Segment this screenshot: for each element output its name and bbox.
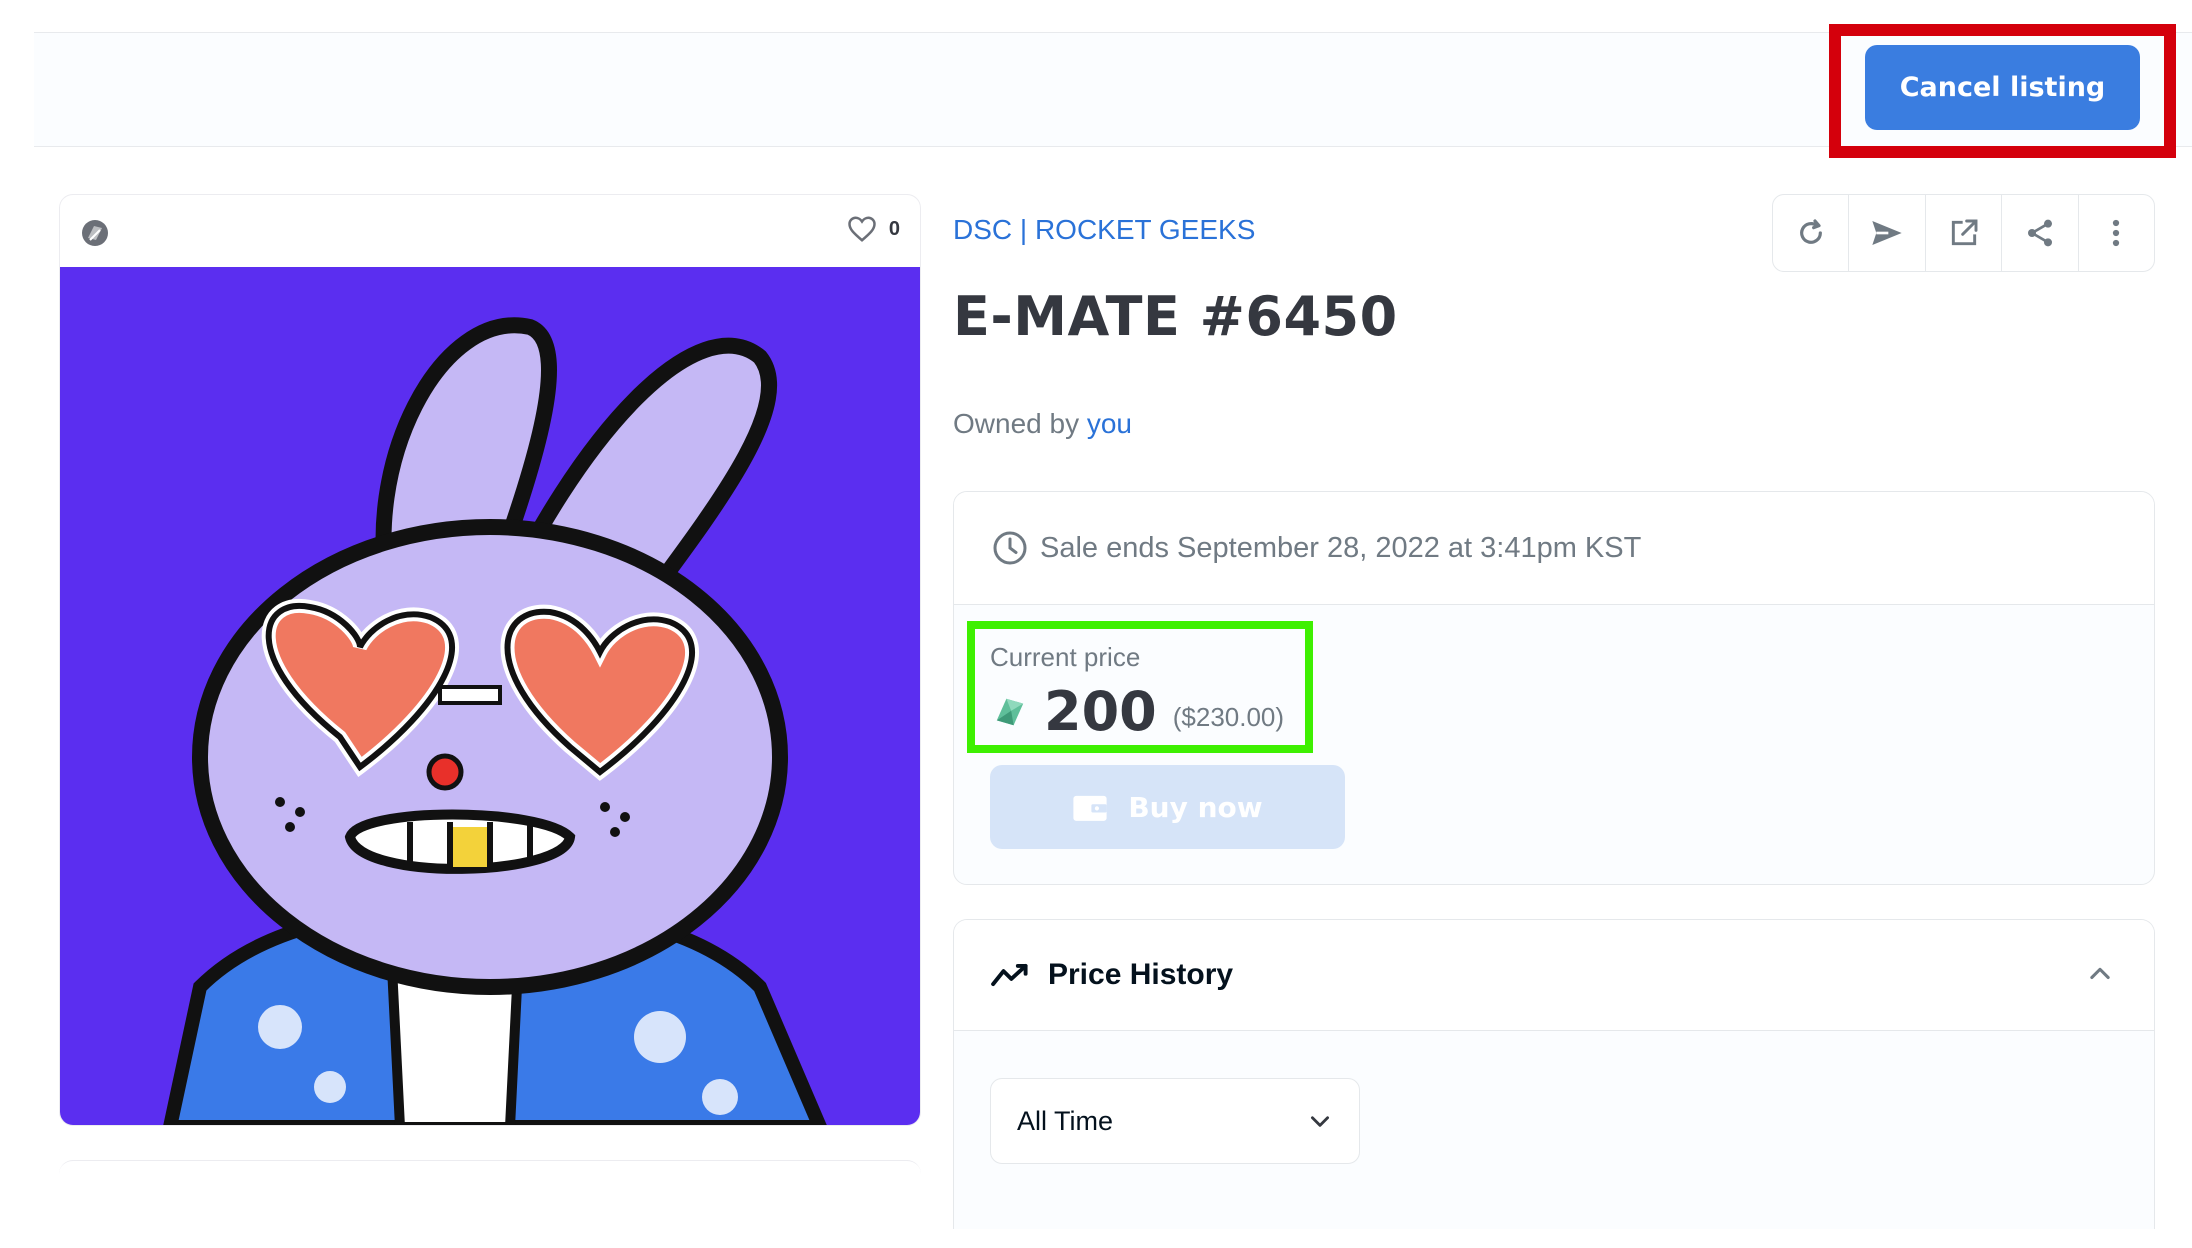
external-link-icon [1951,219,1977,246]
price-history-card: Price History All Time [953,919,2155,1229]
share-icon [2027,219,2052,247]
cancel-listing-button[interactable]: Cancel listing [1865,45,2140,130]
buy-now-button[interactable]: Buy now [990,765,1345,849]
external-link-button[interactable] [1926,195,2003,271]
transfer-button[interactable] [1849,195,1926,271]
item-title: E-MATE #6450 [953,285,1398,348]
owned-by-label: Owned by [953,408,1080,439]
chevron-down-icon [1311,1116,1329,1127]
favorite-button[interactable]: 0 [847,215,900,243]
clock-icon [993,531,1027,565]
more-options-button[interactable] [2079,195,2154,271]
transfer-icon [1872,221,1902,245]
trend-line-icon [991,963,1028,987]
refresh-icon [1799,219,1822,244]
more-icon [2113,219,2120,247]
price-usd: ($230.00) [1172,702,1285,732]
current-price-label: Current price [990,642,1141,672]
sale-ends-text: Sale ends September 28, 2022 at 3:41pm K… [1040,531,1642,564]
refresh-button[interactable] [1773,195,1850,271]
favorite-count: 0 [888,217,900,240]
media-card-lower [59,1160,921,1220]
buy-now-label: Buy now [1128,790,1263,824]
price-row: 200 ($230.00) [992,680,1284,743]
media-card-header: 0 [60,195,920,267]
nft-media-card: 0 [59,194,921,1126]
price-history-title: Price History [1048,958,1234,991]
time-range-value: All Time [1017,1105,1114,1136]
collection-link[interactable]: DSC | ROCKET GEEKS [953,214,1255,246]
heart-icon [848,216,876,242]
nft-artwork-image[interactable] [60,267,920,1126]
token-logo-icon [996,698,1024,725]
owner-line: Owned by you [953,408,1132,440]
owner-link[interactable]: you [1087,408,1132,439]
share-button[interactable] [2002,195,2079,271]
sale-header: Sale ends September 28, 2022 at 3:41pm K… [954,492,2154,605]
chain-logo-icon [82,220,108,246]
item-toolbar [1772,194,2155,272]
price-value: 200 [1044,680,1157,743]
time-range-select[interactable]: All Time [990,1078,1360,1164]
price-history-header[interactable]: Price History [954,920,2154,1031]
wallet-icon [1073,795,1107,821]
chevron-up-icon[interactable] [2086,960,2114,988]
